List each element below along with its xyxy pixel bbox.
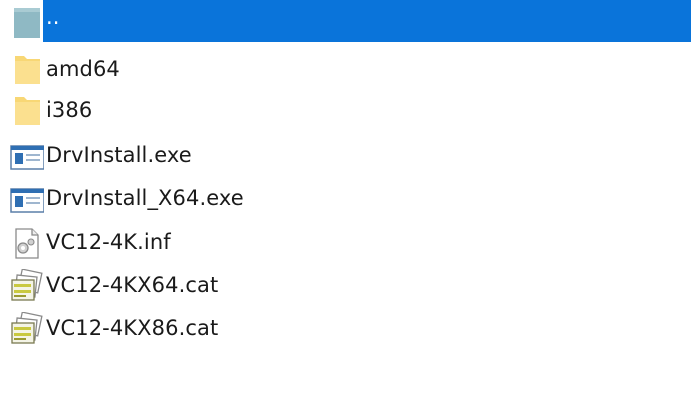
file-row-amd64[interactable]: amd64 [0,49,691,89]
folder-icon [8,53,44,87]
file-name: .. [46,5,60,29]
selection-highlight [43,0,691,42]
setup-info-icon [8,226,44,260]
folder-icon [8,94,44,128]
file-row-drvinstall-exe[interactable]: DrvInstall.exe [0,135,691,175]
security-catalog-icon [8,312,44,346]
file-row-vc12-4kx64-cat[interactable]: VC12-4KX64.cat [0,265,691,305]
executable-icon [8,182,44,216]
executable-icon [8,139,44,173]
parent-folder-icon [8,4,44,38]
file-row-vc12-4kx86-cat[interactable]: VC12-4KX86.cat [0,308,691,348]
file-row-drvinstall-x64-exe[interactable]: DrvInstall_X64.exe [0,178,691,218]
file-row-vc12-4k-inf[interactable]: VC12-4K.inf [0,222,691,262]
file-list: .. amd64 i386 DrvInstall.exe DrvInstall_… [0,0,691,408]
file-name: VC12-4K.inf [46,230,171,254]
file-name: i386 [46,98,93,122]
security-catalog-icon [8,269,44,303]
file-name: DrvInstall_X64.exe [46,186,244,210]
file-name: VC12-4KX86.cat [46,316,219,340]
file-row-i386[interactable]: i386 [0,90,691,130]
file-name: amd64 [46,57,120,81]
file-name: VC12-4KX64.cat [46,273,219,297]
file-row-parent[interactable]: .. [0,0,691,42]
file-name: DrvInstall.exe [46,143,192,167]
